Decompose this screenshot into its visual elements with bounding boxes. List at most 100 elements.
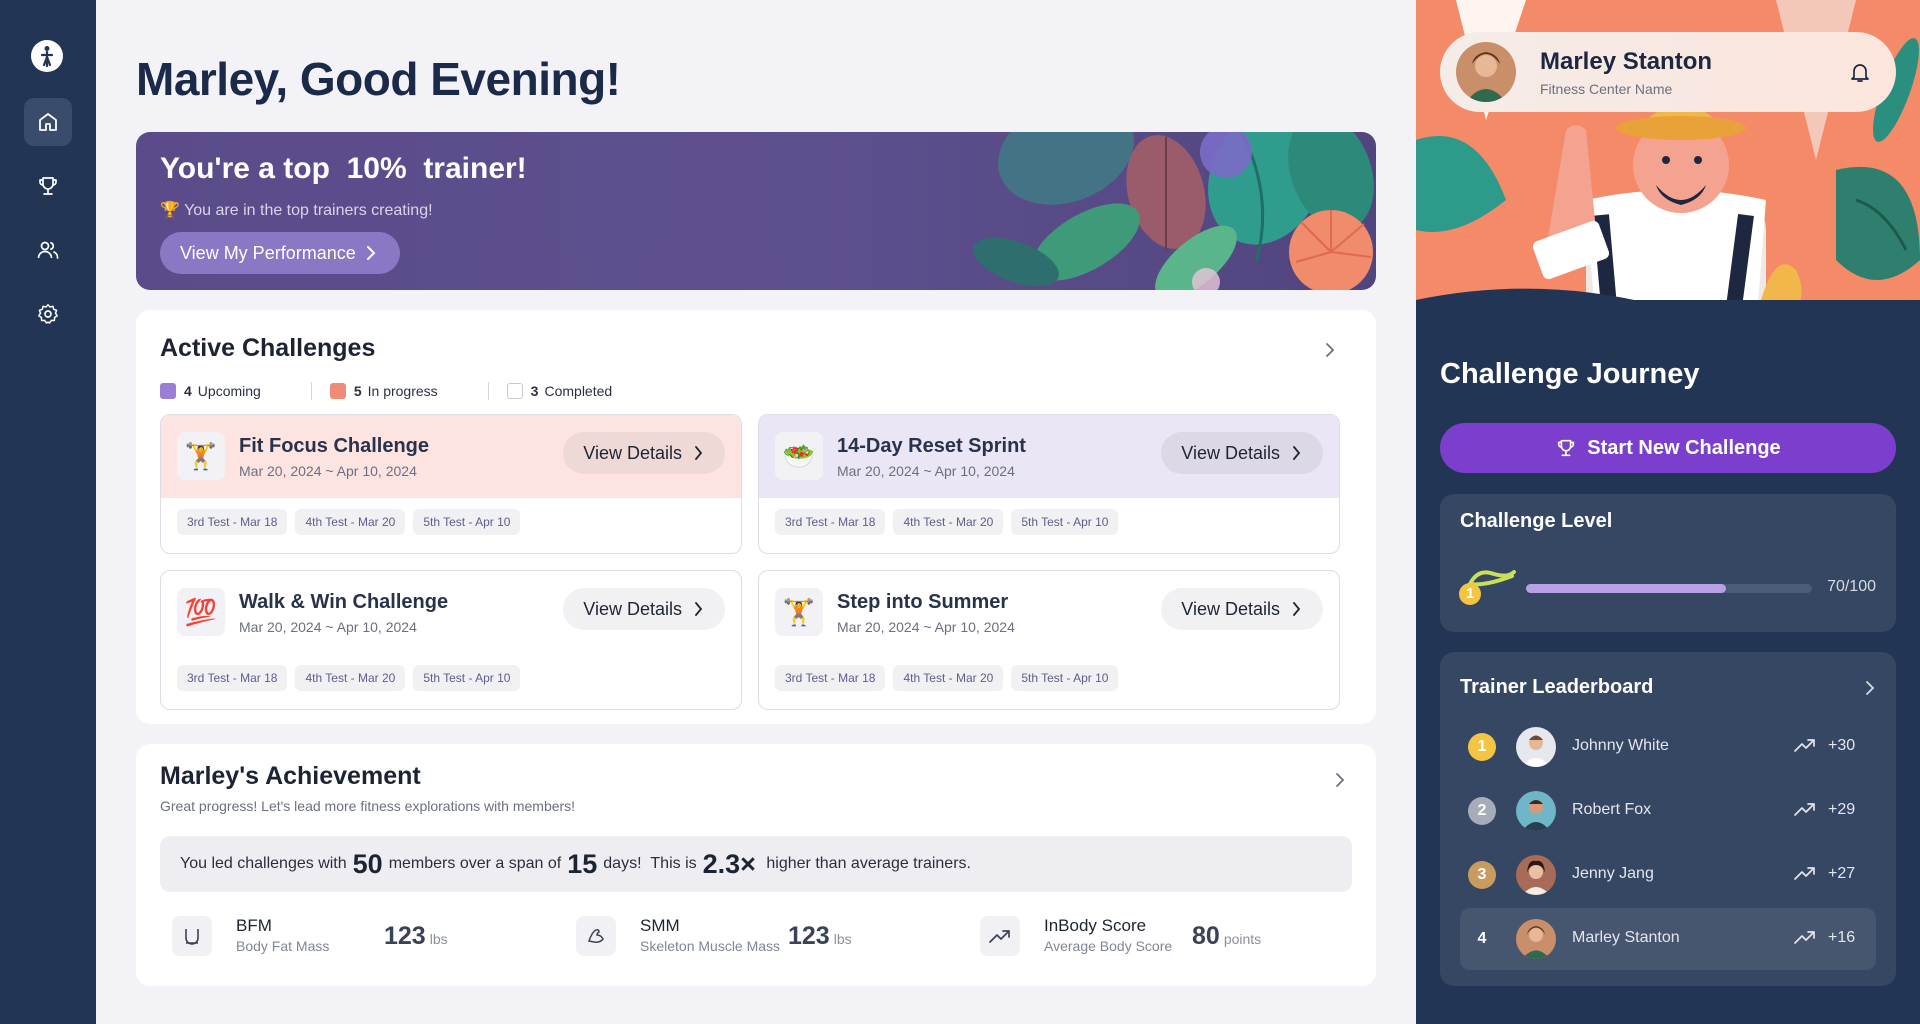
- achievement-card: Marley's Achievement Great progress! Let…: [136, 744, 1376, 986]
- trainer-score: +29: [1828, 801, 1856, 818]
- nav-members[interactable]: [24, 226, 72, 274]
- nav-challenges[interactable]: [24, 162, 72, 210]
- achievement-summary: You led challenges with 50 members over …: [160, 836, 1352, 892]
- nav-home[interactable]: [24, 98, 72, 146]
- trainer-name: Robert Fox: [1572, 801, 1652, 818]
- trainer-score: +30: [1828, 737, 1856, 754]
- settings-icon: [38, 304, 58, 324]
- section-title: Active Challenges: [160, 334, 376, 362]
- leaderboard-row[interactable]: 3 Jenny Jang +27: [1460, 844, 1876, 906]
- trophy-icon: [1558, 439, 1575, 457]
- trainer-name: Johnny White: [1572, 737, 1669, 754]
- trend-up-icon: [1794, 803, 1815, 816]
- level-value: 70/100: [1827, 578, 1876, 595]
- challenge-name: 14-Day Reset Sprint: [837, 435, 1026, 457]
- trainer-name: Jenny Jang: [1572, 865, 1654, 882]
- view-details-button[interactable]: View Details: [563, 588, 725, 630]
- test-tag: 4th Test - Mar 20: [893, 665, 1004, 691]
- bell-icon[interactable]: [1848, 60, 1872, 89]
- test-tag: 4th Test - Mar 20: [893, 509, 1004, 535]
- challenge-card[interactable]: 🏋️ Step into Summer Mar 20, 2024 ~ Apr 1…: [758, 570, 1340, 710]
- chevron-right-icon: [366, 246, 376, 260]
- test-tag: 5th Test - Apr 10: [1011, 665, 1119, 691]
- challenge-card[interactable]: 🥗 14-Day Reset Sprint Mar 20, 2024 ~ Apr…: [758, 414, 1340, 554]
- test-tag: 5th Test - Apr 10: [1011, 509, 1119, 535]
- chevron-right-icon[interactable]: [1860, 678, 1880, 698]
- challenge-dates: Mar 20, 2024 ~ Apr 10, 2024: [239, 619, 417, 635]
- challenge-card[interactable]: 🏋️ Fit Focus Challenge Mar 20, 2024 ~ Ap…: [160, 414, 742, 554]
- challenge-dates: Mar 20, 2024 ~ Apr 10, 2024: [837, 619, 1015, 635]
- sidebar: [0, 0, 96, 1024]
- app-logo[interactable]: [31, 40, 63, 72]
- chevron-right-icon[interactable]: [1320, 340, 1340, 360]
- test-tag: 3rd Test - Mar 18: [775, 509, 886, 535]
- metric-value: 80 points: [1192, 922, 1262, 950]
- metric-value: 123 lbs: [788, 922, 852, 950]
- test-tags: 3rd Test - Mar 18 4th Test - Mar 20 5th …: [775, 509, 1119, 535]
- card-title: Challenge Level: [1460, 510, 1613, 532]
- leaves-illustration: [973, 132, 1374, 290]
- view-details-button[interactable]: View Details: [1161, 432, 1323, 474]
- test-tag: 5th Test - Apr 10: [413, 509, 521, 535]
- right-panel: Marley Stanton Fitness Center Name Chall…: [1416, 0, 1920, 1024]
- test-tags: 3rd Test - Mar 18 4th Test - Mar 20 5th …: [177, 665, 521, 691]
- leaderboard-row-current-user[interactable]: 4 Marley Stanton +16: [1460, 908, 1876, 970]
- leaderboard-row[interactable]: 2 Robert Fox +29: [1460, 780, 1876, 842]
- bfm-icon: [172, 916, 212, 956]
- avatar: [1516, 791, 1556, 831]
- test-tag: 4th Test - Mar 20: [295, 509, 406, 535]
- trophy-icon: [39, 177, 57, 195]
- start-new-challenge-button[interactable]: Start New Challenge: [1440, 423, 1896, 473]
- profile-name: Marley Stanton: [1540, 48, 1713, 75]
- challenge-icon: 🥗: [775, 432, 823, 480]
- test-tag: 3rd Test - Mar 18: [177, 665, 288, 691]
- leaderboard-row[interactable]: 1 Johnny White +30: [1460, 716, 1876, 778]
- chevron-right-icon[interactable]: [1330, 770, 1350, 790]
- banner-title: You're a top 10% trainer!: [160, 152, 527, 185]
- avatar: [1516, 919, 1556, 959]
- view-performance-button[interactable]: View My Performance: [160, 232, 400, 274]
- avatar: [1516, 855, 1556, 895]
- nav-settings[interactable]: [24, 290, 72, 338]
- test-tag: 3rd Test - Mar 18: [177, 509, 288, 535]
- legend-completed: 3 Completed: [506, 383, 663, 399]
- legend-in-progress: 5 In progress: [329, 383, 488, 399]
- challenge-name: Walk & Win Challenge: [239, 591, 449, 613]
- profile-card[interactable]: Marley Stanton Fitness Center Name: [1440, 32, 1896, 112]
- top-trainer-banner: You're a top 10% trainer! 🏆 You are in t…: [136, 132, 1376, 290]
- challenge-icon: 🏋️: [775, 588, 823, 636]
- challenge-name: Fit Focus Challenge: [239, 435, 430, 457]
- trainer-leaderboard-card: Trainer Leaderboard 1 Johnny White +30 2…: [1440, 652, 1896, 986]
- section-title: Marley's Achievement: [160, 762, 421, 790]
- view-details-button[interactable]: View Details: [1161, 588, 1323, 630]
- rank-badge: 1: [1468, 733, 1496, 761]
- test-tags: 3rd Test - Mar 18 4th Test - Mar 20 5th …: [775, 665, 1119, 691]
- metric-smm: SMM Skeleton Muscle Mass 123 lbs: [576, 914, 956, 958]
- metric-value: 123 lbs: [384, 922, 448, 950]
- legend-swatch: [329, 383, 346, 399]
- challenge-status-legend: 4 Upcoming 5 In progress 3 Completed: [160, 382, 662, 400]
- challenge-card[interactable]: 💯 Walk & Win Challenge Mar 20, 2024 ~ Ap…: [160, 570, 742, 710]
- test-tag: 5th Test - Apr 10: [413, 665, 521, 691]
- challenge-dates: Mar 20, 2024 ~ Apr 10, 2024: [239, 463, 417, 479]
- muscle-icon: [576, 916, 616, 956]
- challenge-dates: Mar 20, 2024 ~ Apr 10, 2024: [837, 463, 1015, 479]
- level-progress-fill: [1526, 584, 1727, 593]
- test-tags: 3rd Test - Mar 18 4th Test - Mar 20 5th …: [177, 509, 521, 535]
- trainer-score: +27: [1828, 865, 1856, 882]
- legend-swatch: [160, 383, 176, 399]
- trainer-name: Marley Stanton: [1572, 929, 1680, 946]
- users-icon: [37, 241, 59, 259]
- card-title: Trainer Leaderboard: [1460, 676, 1654, 698]
- level-progress-bar: [1526, 584, 1812, 593]
- avatar[interactable]: [1456, 42, 1516, 102]
- test-tag: 3rd Test - Mar 18: [775, 665, 886, 691]
- page-title: Marley, Good Evening!: [136, 53, 621, 105]
- view-details-button[interactable]: View Details: [563, 432, 725, 474]
- home-icon: [39, 113, 57, 131]
- chevron-right-icon: [1293, 602, 1301, 616]
- section-subtitle: Great progress! Let's lead more fitness …: [160, 798, 576, 814]
- legend-swatch: [506, 383, 523, 399]
- medal-icon: [1459, 570, 1516, 605]
- challenge-level-card: Challenge Level 1 70/100: [1440, 494, 1896, 632]
